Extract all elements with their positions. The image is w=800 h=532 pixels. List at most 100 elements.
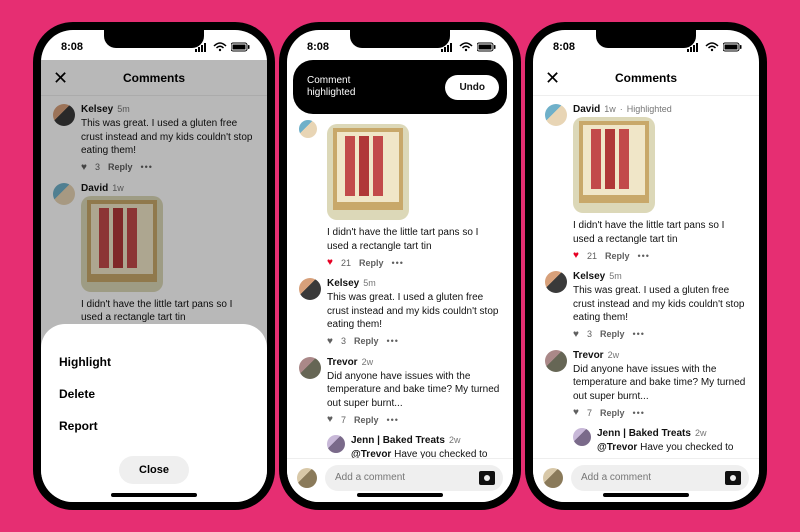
- mention[interactable]: @Trevor: [597, 442, 637, 453]
- undo-button[interactable]: Undo: [445, 75, 499, 100]
- more-icon[interactable]: •••: [632, 329, 644, 339]
- comment-author: Trevor: [327, 357, 358, 368]
- reply-button[interactable]: Reply: [600, 329, 625, 339]
- close-button[interactable]: Close: [119, 456, 189, 484]
- heart-icon[interactable]: ♥: [573, 329, 579, 340]
- comment-actions: ♥ 21 Reply •••: [327, 257, 501, 268]
- heart-icon[interactable]: ♥: [573, 407, 579, 418]
- like-count: 21: [341, 258, 351, 268]
- more-icon[interactable]: •••: [386, 415, 398, 425]
- report-action[interactable]: Report: [59, 410, 249, 442]
- comment-kelsey: Kelsey5m This was great. I used a gluten…: [299, 278, 501, 347]
- comment-age: 2w: [608, 350, 620, 360]
- comment-text: This was great. I used a gluten free cru…: [573, 284, 747, 325]
- comment-author: Jenn | Baked Treats: [351, 435, 445, 446]
- status-time: 8:08: [61, 41, 83, 53]
- comment-age: 2w: [449, 435, 461, 445]
- input-placeholder: Add a comment: [335, 472, 405, 483]
- toast-message: Comment highlighted: [307, 75, 355, 99]
- highlight-action[interactable]: Highlight: [59, 346, 249, 378]
- reply-button[interactable]: Reply: [605, 251, 630, 261]
- comment-age: 1w: [604, 104, 616, 114]
- notch: [350, 30, 450, 48]
- comment-author: Kelsey: [327, 278, 359, 289]
- highlighted-badge: Highlighted: [627, 104, 672, 114]
- reply-button[interactable]: Reply: [354, 415, 379, 425]
- home-indicator[interactable]: [603, 493, 689, 497]
- comments-scroll[interactable]: David 1w · Highlighted I didn't have the…: [533, 96, 759, 502]
- comment-age: 2w: [695, 428, 707, 438]
- comments-scroll[interactable]: I didn't have the little tart pans so I …: [287, 60, 513, 502]
- wifi-icon: [459, 42, 473, 52]
- status-time: 8:08: [307, 41, 329, 53]
- status-icons: [441, 42, 497, 52]
- phone-screen-3: 8:08 ✕ Comments David 1w · Highlighted I…: [533, 30, 759, 502]
- avatar[interactable]: [545, 350, 567, 372]
- comment-image[interactable]: [327, 124, 409, 220]
- heart-icon[interactable]: ♥: [573, 250, 579, 261]
- comment-actions: ♥ 7 Reply •••: [573, 407, 747, 418]
- avatar[interactable]: [545, 271, 567, 293]
- photo-icon[interactable]: [479, 471, 495, 485]
- status-icons: [195, 42, 251, 52]
- comment-input[interactable]: Add a comment: [571, 465, 749, 491]
- battery-icon: [231, 42, 251, 52]
- comment-author: Kelsey: [573, 271, 605, 282]
- comment-actions: ♥ 7 Reply •••: [327, 414, 501, 425]
- comment-input[interactable]: Add a comment: [325, 465, 503, 491]
- more-icon[interactable]: •••: [386, 336, 398, 346]
- avatar[interactable]: [297, 468, 317, 488]
- reply-button[interactable]: Reply: [354, 336, 379, 346]
- comment-image[interactable]: [573, 117, 655, 213]
- close-icon[interactable]: ✕: [545, 69, 560, 87]
- input-placeholder: Add a comment: [581, 472, 651, 483]
- comment-author: David: [573, 104, 600, 115]
- like-count: 3: [341, 336, 346, 346]
- comment-kelsey: Kelsey 5m This was great. I used a gluten…: [545, 271, 747, 340]
- phone-screen-1: 8:08 ✕ Comments Kelsey5m This was great.…: [41, 30, 267, 502]
- avatar[interactable]: [545, 104, 567, 126]
- comment-david-highlighted: David 1w · Highlighted I didn't have the…: [545, 104, 747, 261]
- avatar[interactable]: [573, 428, 591, 446]
- comment-actions: ♥ 3 Reply •••: [327, 336, 501, 347]
- comment-author: Trevor: [573, 350, 604, 361]
- comment-trevor: Trevor2w Did anyone have issues with the…: [545, 350, 747, 419]
- status-time: 8:08: [553, 41, 575, 53]
- comment-text: I didn't have the little tart pans so I …: [327, 226, 501, 253]
- comment-author: Jenn | Baked Treats: [597, 428, 691, 439]
- title-bar: ✕ Comments: [533, 60, 759, 96]
- comment-actions: ♥ 3 Reply •••: [573, 329, 747, 340]
- avatar[interactable]: [299, 357, 321, 379]
- delete-action[interactable]: Delete: [59, 378, 249, 410]
- home-indicator[interactable]: [111, 493, 197, 497]
- comment-age: 5m: [363, 278, 376, 288]
- reply-button[interactable]: Reply: [359, 258, 384, 268]
- more-icon[interactable]: •••: [637, 251, 649, 261]
- like-count: 3: [587, 329, 592, 339]
- battery-icon: [477, 42, 497, 52]
- avatar[interactable]: [299, 120, 317, 138]
- notch: [104, 30, 204, 48]
- home-indicator[interactable]: [357, 493, 443, 497]
- comment-trevor: Trevor2w Did anyone have issues with the…: [299, 357, 501, 426]
- heart-icon[interactable]: ♥: [327, 336, 333, 347]
- notch: [596, 30, 696, 48]
- page-title: Comments: [615, 71, 677, 85]
- avatar[interactable]: [327, 435, 345, 453]
- comment-text: Did anyone have issues with the temperat…: [327, 370, 501, 411]
- phone-screen-2: 8:08 Comment highlighted Undo I didn't h…: [287, 30, 513, 502]
- status-icons: [687, 42, 743, 52]
- toast: Comment highlighted Undo: [293, 60, 507, 114]
- more-icon[interactable]: •••: [632, 408, 644, 418]
- heart-icon[interactable]: ♥: [327, 414, 333, 425]
- avatar[interactable]: [299, 278, 321, 300]
- reply-button[interactable]: Reply: [600, 408, 625, 418]
- action-sheet: Highlight Delete Report Close: [41, 324, 267, 502]
- heart-icon[interactable]: ♥: [327, 257, 333, 268]
- photo-icon[interactable]: [725, 471, 741, 485]
- avatar[interactable]: [543, 468, 563, 488]
- like-count: 7: [341, 415, 346, 425]
- more-icon[interactable]: •••: [391, 258, 403, 268]
- like-count: 7: [587, 408, 592, 418]
- comment-age: 5m: [609, 271, 622, 281]
